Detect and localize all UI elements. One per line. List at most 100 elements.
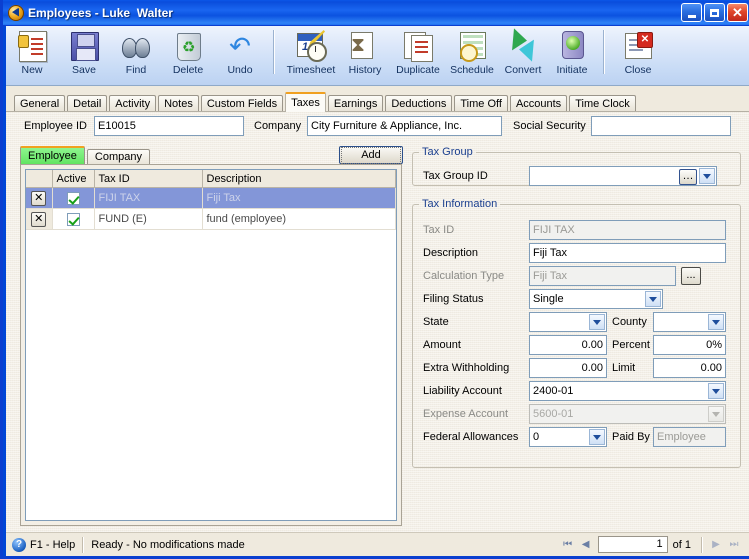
company-input[interactable] <box>307 116 502 136</box>
county-label: County <box>612 316 647 328</box>
toolbar-timesheet-label: Timesheet <box>286 64 336 76</box>
calculation-type-lookup-button[interactable]: ... <box>681 267 701 285</box>
tax-group-id-combo[interactable]: … <box>529 166 717 186</box>
tab-notes[interactable]: Notes <box>158 95 199 112</box>
tab-taxes[interactable]: Taxes <box>285 92 326 112</box>
employee-header-row: Employee ID Company Social Security <box>6 116 749 142</box>
subtab-employee[interactable]: Employee <box>20 146 85 165</box>
next-record-icon[interactable]: ▶ <box>707 537 725 553</box>
active-checkbox[interactable] <box>66 191 80 205</box>
active-checkbox[interactable] <box>66 212 80 226</box>
toolbar-undo-button[interactable]: ↶ Undo <box>214 26 266 84</box>
tax-group-id-label: Tax Group ID <box>423 170 488 182</box>
amount-input[interactable] <box>529 335 607 355</box>
col-active[interactable]: Active <box>52 170 95 188</box>
chevron-down-icon[interactable] <box>708 383 724 399</box>
state-combo[interactable] <box>529 312 607 332</box>
timesheet-calendar-icon: 1 <box>295 30 327 62</box>
col-tax-id[interactable]: Tax ID <box>94 170 203 188</box>
amount-label: Amount <box>423 339 461 351</box>
description-input[interactable] <box>529 243 726 263</box>
expense-account-value: 5600-01 <box>533 408 574 420</box>
maximize-button[interactable] <box>704 3 725 22</box>
row-tax-id: FUND (E) <box>94 208 203 230</box>
table-row[interactable]: ✕ FUND (E) fund (employee) <box>26 208 396 230</box>
toolbar-new-label: New <box>21 64 43 76</box>
tab-deductions[interactable]: Deductions <box>385 95 453 112</box>
toolbar-save-button[interactable]: Save <box>58 26 110 84</box>
liability-account-combo[interactable]: 2400-01 <box>529 381 726 401</box>
delete-row-button[interactable]: ✕ <box>31 211 47 227</box>
chevron-down-icon[interactable] <box>589 314 605 330</box>
record-number-input[interactable]: 1 <box>597 536 668 553</box>
tax-grid[interactable]: Active Tax ID Description ✕ FIJI TAX Fij… <box>25 169 397 521</box>
binoculars-icon <box>120 30 152 62</box>
chevron-down-icon[interactable] <box>699 168 715 184</box>
status-bar: ? F1 - Help Ready - No modifications mad… <box>6 532 749 556</box>
employees-window: Employees - Luke Walter ✕ New Save Find … <box>0 0 749 559</box>
employee-id-input[interactable] <box>94 116 244 136</box>
row-delete-cell: ✕ <box>26 208 53 230</box>
tab-detail[interactable]: Detail <box>67 95 108 112</box>
percent-input[interactable] <box>653 335 726 355</box>
toolbar-delete-label: Delete <box>172 64 204 76</box>
federal-allowances-combo[interactable]: 0 <box>529 427 607 447</box>
toolbar-duplicate-label: Duplicate <box>396 64 440 76</box>
tax-information-legend: Tax Information <box>422 198 498 210</box>
recycle-bin-icon: ♻ <box>172 30 204 62</box>
subtab-company[interactable]: Company <box>86 149 150 165</box>
table-row[interactable]: ✕ FIJI TAX Fiji Tax <box>26 187 396 209</box>
federal-allowances-value: 0 <box>533 431 540 443</box>
tab-general[interactable]: General <box>14 95 66 112</box>
close-window-button[interactable]: ✕ <box>727 3 748 22</box>
tab-time-clock[interactable]: Time Clock <box>569 95 636 112</box>
toolbar-history-button[interactable]: ⧗ History <box>340 26 390 84</box>
tax-id-input[interactable] <box>529 220 726 240</box>
calculation-type-input[interactable] <box>529 266 676 286</box>
row-active-cell <box>52 187 95 209</box>
toolbar-convert-button[interactable]: Convert <box>498 26 548 84</box>
help-icon[interactable]: ? <box>12 537 26 552</box>
add-tax-button[interactable]: Add <box>339 146 403 164</box>
last-record-icon[interactable]: ⏭ <box>725 537 743 553</box>
toolbar-delete-button[interactable]: ♻ Delete <box>162 26 214 84</box>
toolbar-initiate-button[interactable]: Initiate <box>548 26 596 84</box>
row-description: Fiji Tax <box>202 187 396 209</box>
toolbar-schedule-button[interactable]: Schedule <box>446 26 498 84</box>
limit-input[interactable] <box>653 358 726 378</box>
county-combo[interactable] <box>653 312 726 332</box>
tab-activity[interactable]: Activity <box>109 95 157 112</box>
toolbar-new-button[interactable]: New <box>6 26 58 84</box>
chevron-down-icon[interactable] <box>645 291 661 307</box>
social-security-input[interactable] <box>591 116 731 136</box>
description-label: Description <box>423 247 479 259</box>
toolbar-schedule-label: Schedule <box>450 64 494 76</box>
toolbar-find-button[interactable]: Find <box>110 26 162 84</box>
delete-row-button[interactable]: ✕ <box>31 190 47 206</box>
col-description[interactable]: Description <box>202 170 396 188</box>
toolbar-history-label: History <box>348 64 382 76</box>
row-delete-cell: ✕ <box>26 187 53 209</box>
first-record-icon[interactable]: ⏮ <box>559 537 577 553</box>
toolbar-timesheet-button[interactable]: 1 Timesheet <box>282 26 340 84</box>
tab-earnings[interactable]: Earnings <box>327 95 384 112</box>
paid-by-input[interactable] <box>653 427 726 447</box>
tax-grid-container: Active Tax ID Description ✕ FIJI TAX Fij… <box>20 164 402 526</box>
close-document-icon: ✕ <box>622 30 654 62</box>
toolbar-close-button[interactable]: ✕ Close <box>612 26 664 84</box>
tab-custom-fields[interactable]: Custom Fields <box>200 95 284 112</box>
toolbar-duplicate-button[interactable]: Duplicate <box>390 26 446 84</box>
chevron-down-icon[interactable] <box>589 429 605 445</box>
tab-time-off[interactable]: Time Off <box>454 95 508 112</box>
chevron-down-icon[interactable] <box>708 314 724 330</box>
employee-id-label: Employee ID <box>24 120 87 132</box>
previous-record-icon[interactable]: ◀ <box>577 537 595 553</box>
ellipsis-icon[interactable]: … <box>679 169 697 185</box>
tab-accounts[interactable]: Accounts <box>509 95 568 112</box>
status-separator <box>82 536 85 553</box>
filing-status-combo[interactable]: Single <box>529 289 663 309</box>
minimize-button[interactable] <box>681 3 702 22</box>
company-label: Company <box>254 120 302 132</box>
extra-withholding-input[interactable] <box>529 358 607 378</box>
expense-account-combo[interactable]: 5600-01 <box>529 404 726 424</box>
